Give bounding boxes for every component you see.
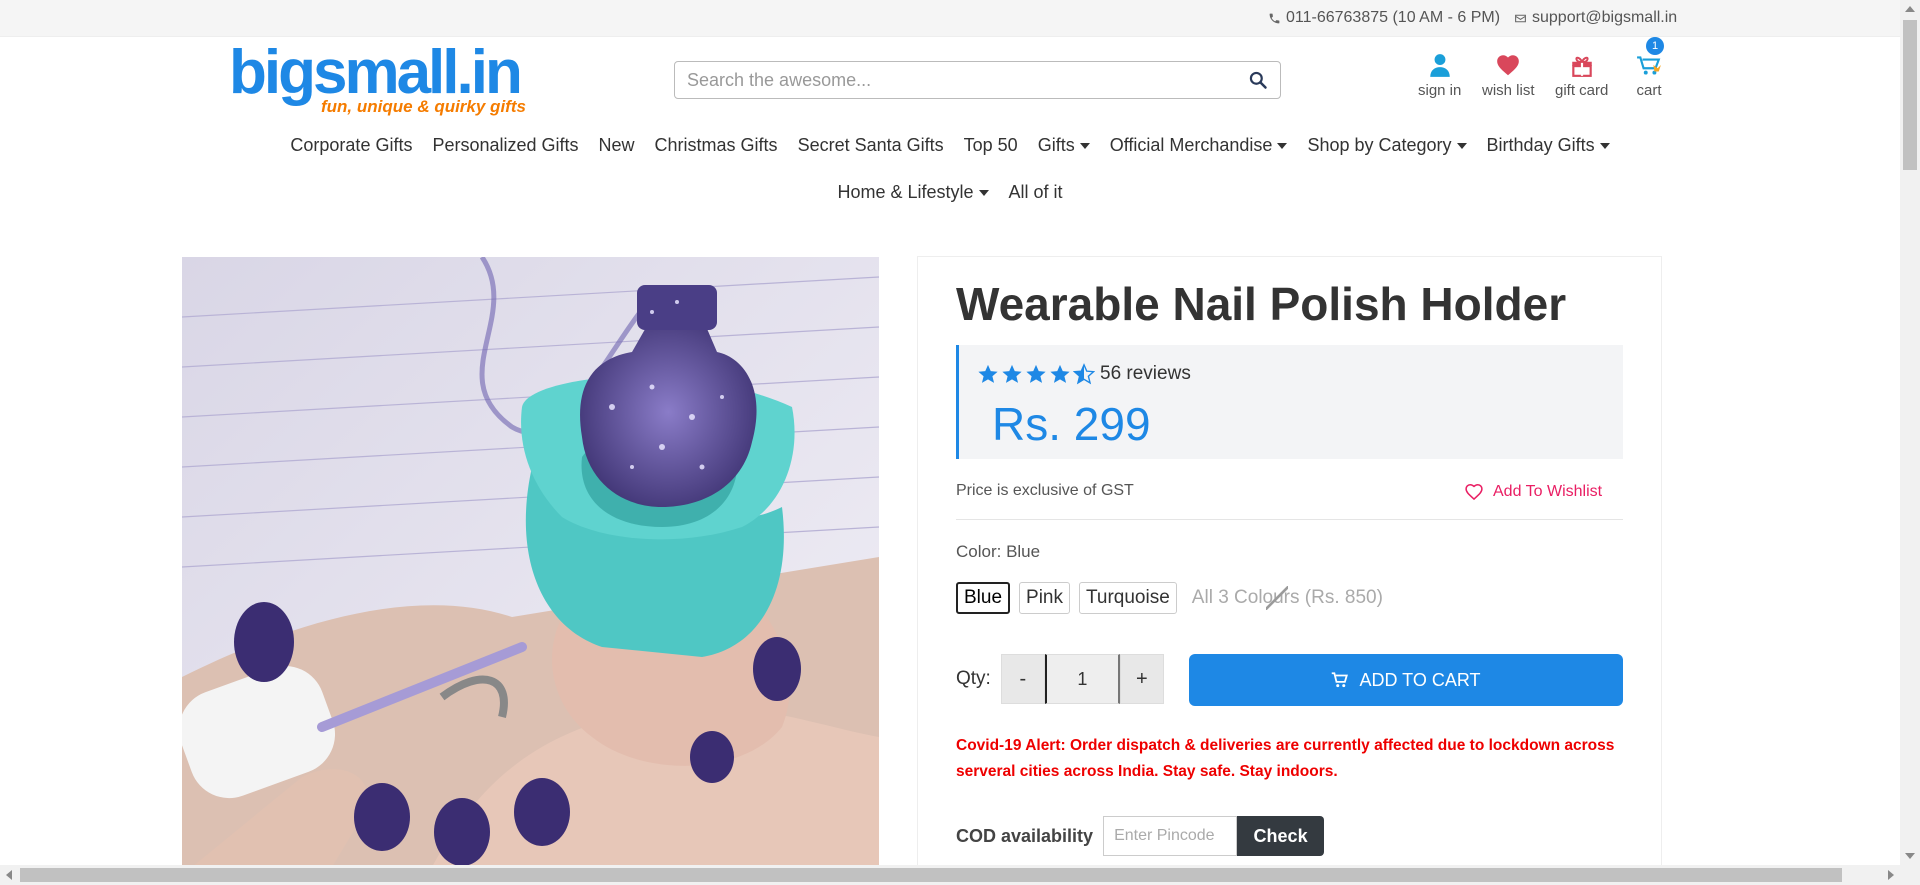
quantity-stepper: Qty: - + bbox=[956, 654, 1164, 704]
color-option-pink[interactable]: Pink bbox=[1019, 582, 1070, 614]
add-to-wishlist-button[interactable]: Add To Wishlist bbox=[1463, 482, 1602, 502]
cart-label: cart bbox=[1636, 82, 1662, 99]
phone-text: 011-66763875 (10 AM - 6 PM) bbox=[1286, 9, 1501, 26]
site-logo[interactable]: bigsmall.in fun, unique & quirky gifts bbox=[229, 42, 529, 120]
color-option-blue[interactable]: Blue bbox=[956, 582, 1011, 614]
phone-contact[interactable]: 011-66763875 (10 AM - 6 PM) bbox=[1268, 9, 1500, 27]
horizontal-scrollbar[interactable] bbox=[0, 865, 1920, 885]
pincode-input[interactable] bbox=[1103, 816, 1238, 856]
cod-label: COD availability bbox=[956, 825, 1094, 846]
product-image[interactable] bbox=[182, 257, 879, 867]
nav-secret-santa-gifts[interactable]: Secret Santa Gifts bbox=[788, 135, 954, 156]
horizontal-scroll-thumb[interactable] bbox=[20, 868, 1842, 882]
star-half-icon bbox=[1073, 363, 1095, 385]
product-page: 011-66763875 (10 AM - 6 PM) support@bigs… bbox=[0, 0, 1920, 885]
cart-icon bbox=[1332, 672, 1349, 688]
gst-note: Price is exclusive of GST bbox=[956, 482, 1134, 499]
product-details-panel: Wearable Nail Polish Holder 56 reviews R… bbox=[917, 256, 1662, 885]
star-icon bbox=[978, 364, 998, 383]
gift-card-link[interactable]: gift card bbox=[1555, 52, 1608, 99]
wish-list-link[interactable]: wish list bbox=[1482, 52, 1535, 99]
vertical-scrollbar[interactable] bbox=[1900, 0, 1920, 865]
search-icon bbox=[1249, 71, 1267, 89]
nav-christmas-gifts[interactable]: Christmas Gifts bbox=[645, 135, 788, 156]
star-icon bbox=[1002, 364, 1022, 383]
phone-icon bbox=[1269, 13, 1280, 23]
gift-icon bbox=[1571, 56, 1592, 77]
scroll-right-arrow-icon[interactable] bbox=[1888, 870, 1894, 880]
scroll-up-arrow-icon[interactable] bbox=[1905, 6, 1915, 12]
cart-link[interactable]: 1 cart bbox=[1636, 37, 1664, 99]
main-nav-row-1: Corporate Gifts Personalized Gifts New C… bbox=[0, 135, 1900, 156]
product-photo-illustration bbox=[182, 257, 879, 867]
vertical-scroll-thumb[interactable] bbox=[1903, 20, 1917, 170]
scroll-left-arrow-icon[interactable] bbox=[6, 870, 12, 880]
add-to-cart-button[interactable]: ADD TO CART bbox=[1189, 654, 1623, 706]
divider bbox=[956, 519, 1623, 520]
color-label: Color: Blue bbox=[956, 542, 1041, 561]
caret-down-icon bbox=[1079, 142, 1090, 149]
color-options: Blue Pink Turquoise All 3 Colours (Rs. 8… bbox=[956, 582, 1389, 614]
caret-down-icon bbox=[1599, 142, 1610, 149]
reviews-count[interactable]: 56 reviews bbox=[1100, 363, 1191, 385]
product-price: Rs. 299 bbox=[992, 398, 1151, 450]
wish-list-label: wish list bbox=[1482, 82, 1535, 99]
qty-label: Qty: bbox=[956, 668, 991, 689]
qty-input[interactable] bbox=[1044, 654, 1120, 704]
sign-in-link[interactable]: sign in bbox=[1418, 52, 1461, 99]
color-option-turquoise[interactable]: Turquoise bbox=[1079, 582, 1177, 614]
search-box bbox=[674, 61, 1281, 99]
cart-count-badge: 1 bbox=[1646, 37, 1664, 55]
qty-minus-button[interactable]: - bbox=[1000, 654, 1045, 704]
caret-down-icon bbox=[978, 189, 989, 196]
cod-check: COD availability Check bbox=[956, 816, 1325, 856]
star-icon bbox=[1050, 364, 1070, 383]
color-option-all-3-colours[interactable]: All 3 Colours (Rs. 850) bbox=[1185, 582, 1389, 614]
nav-all-of-it[interactable]: All of it bbox=[999, 182, 1073, 203]
user-icon bbox=[1429, 54, 1450, 77]
top-utility-bar: 011-66763875 (10 AM - 6 PM) support@bigs… bbox=[0, 0, 1900, 37]
nav-home-lifestyle[interactable]: Home & Lifestyle bbox=[827, 182, 998, 203]
caret-down-icon bbox=[1456, 142, 1467, 149]
sign-in-label: sign in bbox=[1418, 82, 1462, 99]
heart-outline-icon bbox=[1465, 483, 1483, 501]
logo-tagline: fun, unique & quirky gifts bbox=[321, 97, 526, 116]
nav-new[interactable]: New bbox=[589, 135, 645, 156]
covid-alert: Covid-19 Alert: Order dispatch & deliver… bbox=[956, 737, 1615, 780]
search-button[interactable] bbox=[1236, 62, 1280, 98]
rating-stars[interactable]: 56 reviews bbox=[977, 363, 1191, 385]
product-title: Wearable Nail Polish Holder bbox=[956, 278, 1567, 330]
price-box: 56 reviews Rs. 299 bbox=[956, 345, 1623, 459]
nav-top-50[interactable]: Top 50 bbox=[954, 135, 1028, 156]
nav-official-merchandise[interactable]: Official Merchandise bbox=[1100, 135, 1298, 156]
main-nav-row-2: Home & Lifestyle All of it bbox=[0, 182, 1900, 203]
nav-birthday-gifts[interactable]: Birthday Gifts bbox=[1477, 135, 1620, 156]
email-text: support@bigsmall.in bbox=[1532, 9, 1678, 26]
email-contact[interactable]: support@bigsmall.in bbox=[1514, 9, 1677, 27]
nav-shop-by-category[interactable]: Shop by Category bbox=[1297, 135, 1476, 156]
envelope-icon bbox=[1515, 14, 1526, 22]
search-input[interactable] bbox=[675, 69, 1236, 91]
logo-name: bigsmall.in bbox=[229, 38, 523, 107]
star-icon bbox=[1026, 364, 1046, 383]
nav-gifts[interactable]: Gifts bbox=[1028, 135, 1100, 156]
check-button[interactable]: Check bbox=[1237, 816, 1325, 856]
wishlist-label: Add To Wishlist bbox=[1493, 483, 1603, 500]
add-to-cart-label: ADD TO CART bbox=[1359, 669, 1481, 690]
scroll-down-arrow-icon[interactable] bbox=[1905, 853, 1915, 859]
gift-card-label: gift card bbox=[1555, 82, 1609, 99]
cart-icon bbox=[1637, 56, 1661, 75]
qty-plus-button[interactable]: + bbox=[1119, 654, 1164, 704]
nav-personalized-gifts[interactable]: Personalized Gifts bbox=[422, 135, 588, 156]
heart-icon bbox=[1497, 55, 1520, 76]
caret-down-icon bbox=[1277, 142, 1288, 149]
nav-corporate-gifts[interactable]: Corporate Gifts bbox=[280, 135, 422, 156]
